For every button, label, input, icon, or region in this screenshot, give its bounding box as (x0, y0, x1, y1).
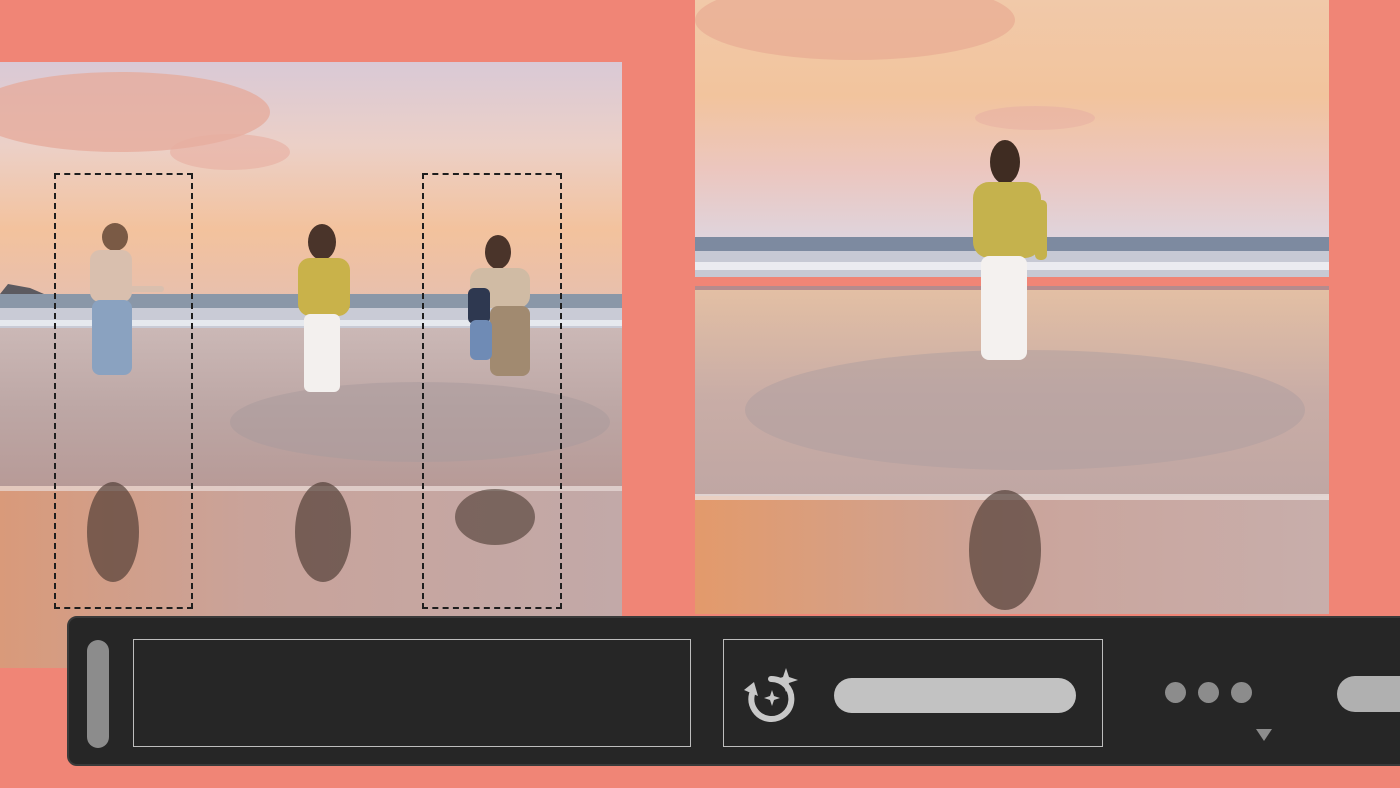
regenerate-sparkle-icon[interactable] (738, 664, 804, 730)
toolbar-drag-handle[interactable] (87, 640, 109, 748)
ellipsis-icon[interactable] (1165, 682, 1257, 706)
generative-fill-toolbar (67, 616, 1400, 766)
selection-box-left[interactable] (54, 173, 193, 609)
prompt-input[interactable] (133, 639, 691, 747)
selection-box-right[interactable] (422, 173, 562, 609)
ellipsis-dot (1165, 682, 1186, 703)
generate-panel (723, 639, 1103, 747)
chevron-down-icon[interactable] (1256, 729, 1272, 741)
after-photo-image (695, 0, 1329, 614)
after-photo[interactable] (695, 0, 1329, 614)
ellipsis-dot (1198, 682, 1219, 703)
ellipsis-dot (1231, 682, 1252, 703)
secondary-action-button[interactable] (1337, 676, 1400, 712)
generate-button[interactable] (834, 678, 1076, 713)
